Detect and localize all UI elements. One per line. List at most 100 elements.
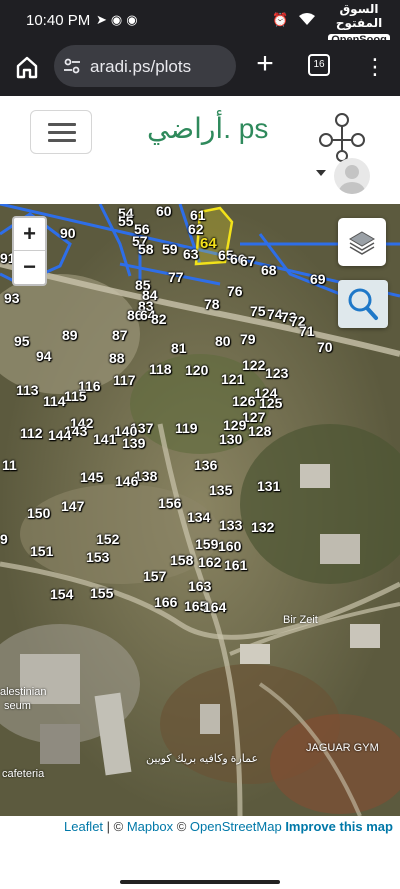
plot-label[interactable]: 153 (86, 550, 109, 564)
home-button[interactable] (12, 52, 42, 82)
plot-label[interactable]: 77 (168, 270, 184, 284)
plot-label[interactable]: 89 (62, 328, 78, 342)
map-search-button[interactable] (338, 280, 388, 328)
plot-label[interactable]: 9 (0, 532, 8, 546)
plot-label[interactable]: 157 (143, 569, 166, 583)
plot-label[interactable]: 79 (240, 332, 256, 346)
plot-label[interactable]: 118 (149, 362, 172, 376)
plot-label[interactable]: 11 (2, 458, 17, 472)
plot-label[interactable]: 60 (156, 204, 172, 218)
plot-label[interactable]: 155 (90, 586, 113, 600)
map-view[interactable]: 54 60 55 61 56 62 90 57 64 58 59 63 65 66 67 91 68 77 69 85… (0, 204, 400, 816)
wifi-icon (298, 13, 315, 25)
plot-label[interactable]: 81 (171, 341, 187, 355)
plot-label[interactable]: 114 (43, 394, 66, 408)
layers-button[interactable] (338, 218, 386, 266)
site-settings-icon[interactable] (62, 56, 82, 76)
gesture-bar[interactable] (120, 880, 280, 884)
menu-bar (48, 139, 76, 142)
plot-label[interactable]: 163 (188, 579, 211, 593)
plot-label[interactable]: 160 (218, 539, 241, 553)
zoom-out-button[interactable]: − (14, 251, 45, 284)
attribution-osm-prefix: © (173, 819, 190, 834)
network-tree-icon[interactable] (316, 110, 368, 162)
plot-label[interactable]: 161 (224, 558, 247, 572)
plot-label[interactable]: 147 (61, 499, 84, 513)
plot-label[interactable]: 123 (265, 366, 288, 380)
openstreetmap-link[interactable]: OpenStreetMap (190, 819, 282, 834)
plot-label[interactable]: 141 (93, 432, 116, 446)
plot-label[interactable]: 115 (64, 389, 87, 403)
site-logo[interactable]: أراضي. ps (147, 112, 268, 145)
plot-label[interactable]: 80 (215, 334, 231, 348)
plot-label[interactable]: 133 (219, 518, 242, 532)
address-bar[interactable]: aradi.ps/plots (54, 45, 236, 87)
plot-label[interactable]: 112 (20, 426, 43, 440)
plot-label[interactable]: 113 (16, 383, 39, 397)
plot-label[interactable]: 151 (30, 544, 53, 558)
plot-label[interactable]: 63 (183, 247, 199, 261)
plot-label[interactable]: 90 (60, 226, 76, 240)
mapbox-link[interactable]: Mapbox (127, 819, 173, 834)
plot-label[interactable]: 144 (48, 428, 71, 442)
plot-label[interactable]: 78 (204, 297, 220, 311)
improve-map-link[interactable]: Improve this map (285, 819, 393, 834)
zoom-in-button[interactable]: + (14, 218, 45, 251)
plot-label[interactable]: 120 (185, 363, 208, 377)
user-avatar[interactable] (334, 158, 370, 194)
plot-label[interactable]: 58 (138, 242, 154, 256)
plot-label[interactable]: 156 (158, 496, 181, 510)
plot-label[interactable]: 130 (219, 432, 242, 446)
plot-label[interactable]: 166 (154, 595, 177, 609)
plot-label[interactable]: 139 (122, 436, 145, 450)
plot-label[interactable]: 55 (118, 214, 134, 228)
plot-label[interactable]: 93 (4, 291, 20, 305)
plot-label[interactable]: 94 (36, 349, 52, 363)
plot-label[interactable]: 132 (251, 520, 274, 534)
leaflet-link[interactable]: Leaflet (64, 819, 103, 834)
plot-label[interactable]: 152 (96, 532, 119, 546)
plot-label[interactable]: 59 (162, 242, 178, 256)
plot-label[interactable]: 117 (113, 373, 136, 387)
browser-menu-button[interactable]: ⋮ (364, 52, 386, 82)
plot-label[interactable]: 62 (188, 222, 204, 236)
menu-bar (48, 123, 76, 126)
plot-label[interactable]: 150 (27, 506, 50, 520)
plot-label[interactable]: 71 (299, 324, 315, 338)
plot-label[interactable]: 122 (242, 358, 265, 372)
plot-label[interactable]: 75 (250, 304, 266, 318)
plot-label[interactable]: 87 (112, 328, 128, 342)
chevron-down-icon[interactable] (316, 170, 326, 176)
plot-label[interactable]: 76 (227, 284, 243, 298)
plot-label[interactable]: 159 (195, 537, 218, 551)
plot-label[interactable]: 64 (200, 236, 217, 251)
plot-label[interactable]: 162 (198, 555, 221, 569)
plot-label[interactable]: 129 (223, 418, 246, 432)
plot-label[interactable]: 158 (170, 553, 193, 567)
plot-label[interactable]: 68 (261, 263, 277, 277)
plot-label[interactable]: 134 (187, 510, 210, 524)
plot-label[interactable]: 128 (248, 424, 271, 438)
new-tab-button[interactable]: + (250, 49, 280, 80)
plot-label[interactable]: 121 (221, 372, 244, 386)
plot-label[interactable]: 82 (151, 312, 167, 326)
plot-label[interactable]: 119 (175, 421, 198, 435)
plot-label[interactable]: 125 (259, 396, 282, 410)
plot-label[interactable]: 145 (80, 470, 103, 484)
hamburger-menu-button[interactable] (30, 110, 92, 154)
plot-label[interactable]: 95 (14, 334, 30, 348)
plot-label[interactable]: 136 (194, 458, 217, 472)
plot-label[interactable]: 70 (317, 340, 333, 354)
tab-switcher-button[interactable]: 16 (308, 54, 330, 76)
plot-label[interactable]: 69 (310, 272, 326, 286)
plot-label[interactable]: 67 (240, 254, 256, 268)
tab-count: 16 (313, 59, 325, 70)
plot-label[interactable]: 126 (232, 394, 255, 408)
plot-label[interactable]: 154 (50, 587, 73, 601)
plot-label[interactable]: 88 (109, 351, 125, 365)
plot-label[interactable]: 135 (209, 483, 232, 497)
plot-label[interactable]: 131 (257, 479, 280, 493)
plot-label[interactable]: 146 (115, 474, 138, 488)
plot-label[interactable]: 164 (203, 600, 226, 614)
plot-label[interactable]: 61 (190, 208, 206, 222)
